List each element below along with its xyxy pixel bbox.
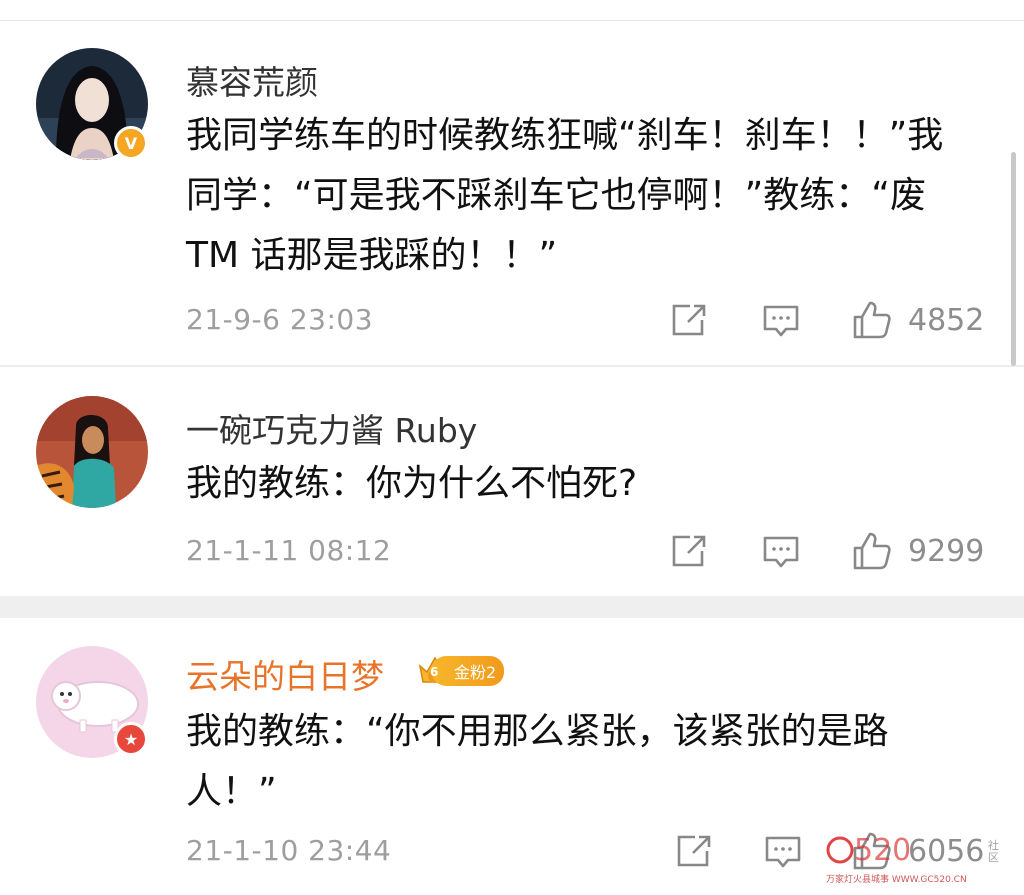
- fan-badge[interactable]: 6 金粉2: [416, 652, 505, 690]
- scrollbar[interactable]: [1011, 152, 1016, 366]
- watermark-logo-icon: 520: [826, 833, 911, 868]
- share-button[interactable]: [670, 302, 708, 338]
- share-button[interactable]: [670, 533, 708, 569]
- member-badge-icon: ★: [114, 722, 148, 756]
- timestamp: 21-1-10 23:44: [186, 834, 392, 867]
- comment-text: 我同学练车的时候教练狂喊“刹车！刹车！！”我同学：“可是我不踩刹车它也停啊！”教…: [186, 115, 944, 276]
- watermark-side-text: 社区: [988, 839, 999, 864]
- timestamp: 21-9-6 23:03: [186, 303, 374, 336]
- share-icon: [672, 304, 706, 336]
- username[interactable]: 慕容荒颜: [186, 56, 318, 104]
- like-button[interactable]: 4852: [852, 300, 984, 340]
- site-watermark: 520 社区 万家灯火县城事 WWW.GC520.CN: [826, 822, 1006, 888]
- like-count: 9299: [908, 533, 985, 569]
- watermark-text: 万家灯火县城事 WWW.GC520.CN: [826, 875, 967, 885]
- like-count: 4852: [908, 302, 985, 338]
- timestamp: 21-1-11 08:12: [186, 534, 392, 567]
- username[interactable]: 云朵的白日梦: [186, 650, 384, 698]
- avatar[interactable]: [36, 396, 148, 508]
- verified-badge-icon: V: [114, 126, 148, 160]
- fan-badge-label: 金粉2: [432, 656, 505, 686]
- comment-text: 我的教练：“你不用那么紧张，该紧张的是路人！”: [186, 711, 889, 812]
- reply-button[interactable]: [764, 835, 802, 871]
- fan-level: 6: [430, 665, 439, 679]
- username[interactable]: 一碗巧克力酱 Ruby: [186, 404, 477, 452]
- comment-icon: [765, 836, 801, 868]
- comment-text: 我的教练：你为什么不怕死?: [186, 463, 638, 504]
- reply-button[interactable]: [762, 304, 800, 340]
- top-divider: [0, 20, 1024, 21]
- comment-divider: [0, 365, 1024, 367]
- svg-text:520: 520: [854, 833, 911, 868]
- comment-icon: [763, 305, 799, 337]
- share-button[interactable]: [675, 833, 713, 869]
- like-button[interactable]: 9299: [852, 531, 984, 571]
- share-icon: [672, 535, 706, 567]
- reply-button[interactable]: [762, 535, 800, 571]
- comment-icon: [763, 536, 799, 568]
- section-divider: [0, 596, 1024, 618]
- share-icon: [677, 835, 711, 867]
- thumbs-up-icon: [853, 301, 891, 339]
- thumbs-up-icon: [853, 532, 891, 570]
